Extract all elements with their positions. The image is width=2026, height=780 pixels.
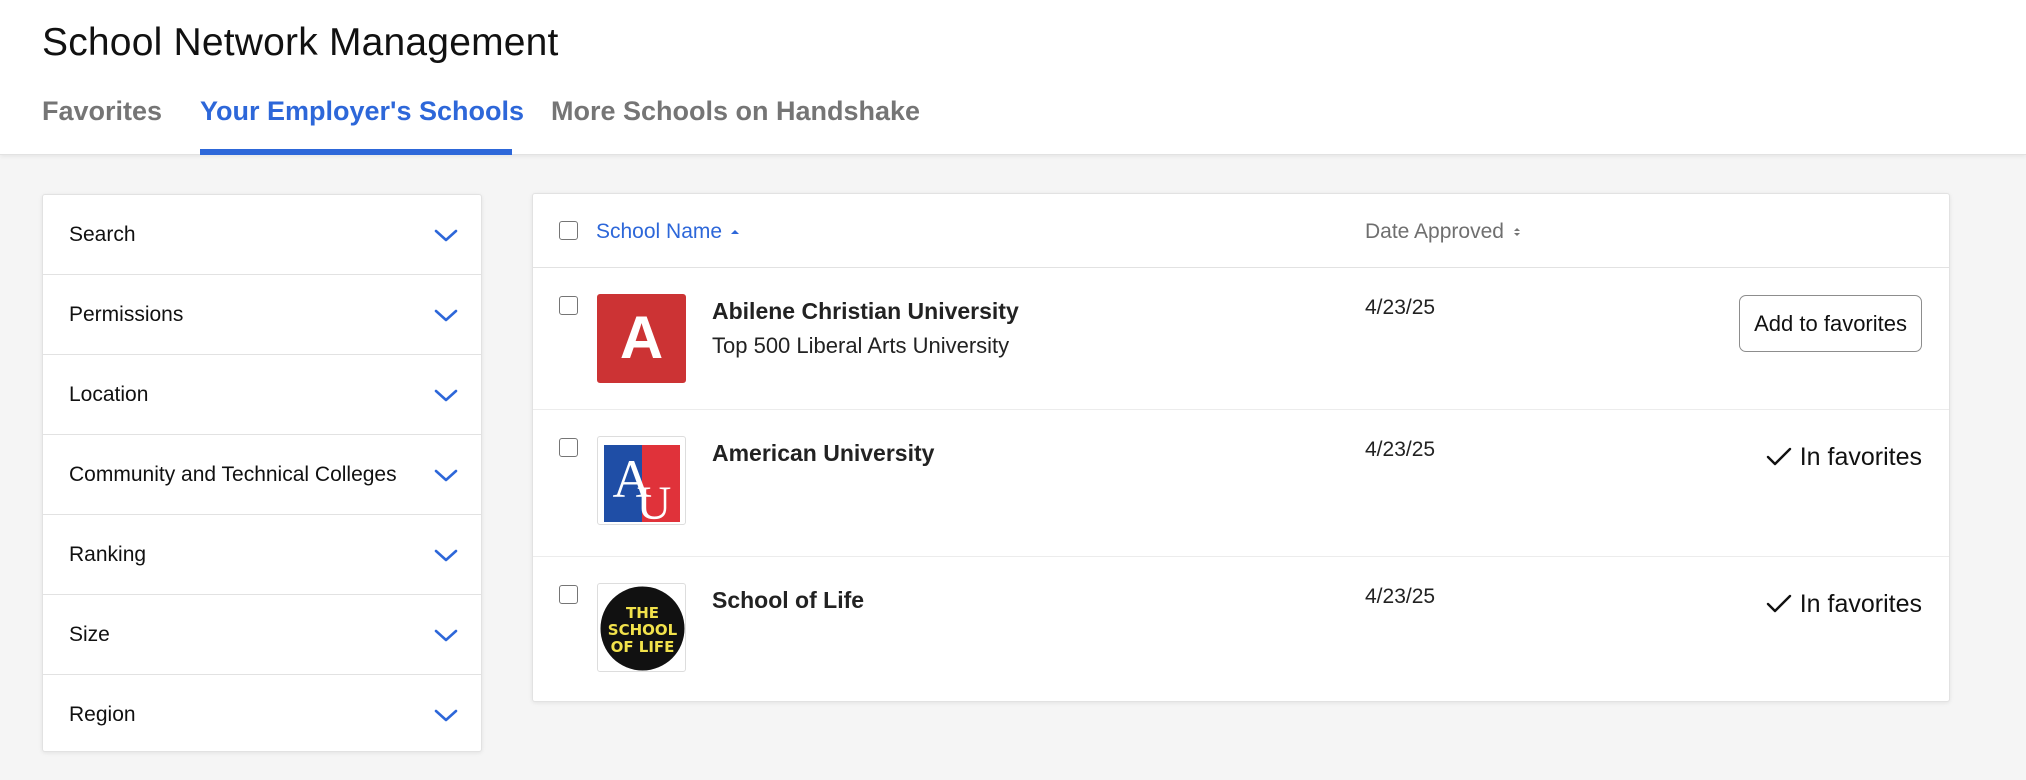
filter-community-technical-colleges[interactable]: Community and Technical Colleges: [43, 435, 481, 515]
filter-label: Location: [69, 383, 149, 406]
chevron-down-icon: [434, 469, 458, 482]
sort-icon: [1513, 228, 1520, 237]
check-icon: [1766, 594, 1791, 613]
filter-ranking[interactable]: Ranking: [43, 515, 481, 595]
column-header-date-approved[interactable]: Date Approved: [1365, 218, 1522, 246]
chevron-down-icon: [434, 629, 458, 642]
tab-your-employers-schools[interactable]: Your Employer's Schools: [200, 93, 524, 129]
in-favorites-label: In favorites: [1799, 590, 1922, 618]
table-row: THE SCHOOL OF LIFE School of Life 4/23/2…: [533, 557, 1949, 701]
school-logo: A U: [597, 436, 686, 525]
logo-text: THE: [626, 604, 659, 622]
sort-ascending-icon: [731, 230, 740, 235]
add-to-favorites-button[interactable]: Add to favorites: [1739, 295, 1922, 352]
school-of-life-logo-icon: THE SCHOOL OF LIFE: [600, 586, 685, 671]
column-header-label: Date Approved: [1365, 220, 1504, 243]
school-logo: THE SCHOOL OF LIFE: [597, 583, 686, 672]
logo-letter: A: [620, 304, 663, 371]
select-all-checkbox[interactable]: [559, 221, 578, 240]
chevron-down-icon: [434, 549, 458, 562]
abilene-logo-icon: A: [620, 304, 663, 371]
active-tab-indicator: [200, 149, 512, 155]
in-favorites-status[interactable]: In favorites: [1766, 587, 1922, 621]
chevron-down-icon: [434, 309, 458, 322]
filter-label: Search: [69, 223, 136, 246]
filter-label: Permissions: [69, 303, 184, 326]
schools-table: School Name Date Approved A Abilene Chri…: [532, 193, 1950, 702]
filter-permissions[interactable]: Permissions: [43, 275, 481, 355]
in-favorites-status[interactable]: In favorites: [1766, 440, 1922, 474]
logo-text: OF LIFE: [611, 638, 675, 656]
check-icon: [1766, 447, 1791, 466]
page-header: School Network Management Favorites Your…: [0, 0, 2026, 155]
table-row: A U American University 4/23/25 In favor…: [533, 410, 1949, 557]
in-favorites-label: In favorites: [1799, 443, 1922, 471]
filter-location[interactable]: Location: [43, 355, 481, 435]
date-approved: 4/23/25: [1365, 585, 1436, 608]
filter-label: Region: [69, 703, 136, 726]
school-name[interactable]: Abilene Christian University: [712, 296, 1019, 326]
column-header-label: School Name: [596, 220, 723, 243]
table-row: A Abilene Christian University Top 500 L…: [533, 268, 1949, 410]
row-checkbox[interactable]: [559, 296, 578, 315]
date-approved: 4/23/25: [1365, 438, 1436, 461]
school-subtitle: Top 500 Liberal Arts University: [712, 333, 1010, 358]
logo-letter: U: [637, 477, 672, 525]
american-university-logo-icon: A U: [604, 445, 680, 525]
tab-favorites[interactable]: Favorites: [42, 93, 162, 129]
school-name[interactable]: American University: [712, 438, 934, 468]
filter-label: Ranking: [69, 543, 147, 566]
filter-label: Community and Technical Colleges: [69, 463, 397, 486]
filter-label: Size: [69, 623, 110, 646]
column-header-school-name[interactable]: School Name: [596, 218, 740, 246]
chevron-down-icon: [434, 389, 458, 402]
school-logo: A: [597, 294, 686, 383]
logo-text: SCHOOL: [608, 621, 678, 639]
filter-search[interactable]: Search: [43, 195, 481, 275]
table-header: School Name Date Approved: [533, 194, 1949, 268]
page-title: School Network Management: [42, 21, 559, 64]
chevron-down-icon: [434, 709, 458, 722]
date-approved: 4/23/25: [1365, 296, 1436, 319]
filter-region[interactable]: Region: [43, 675, 481, 751]
row-checkbox[interactable]: [559, 585, 578, 604]
tab-more-schools-on-handshake[interactable]: More Schools on Handshake: [551, 93, 920, 129]
filter-size[interactable]: Size: [43, 595, 481, 675]
row-checkbox[interactable]: [559, 438, 578, 457]
filter-panel: Search Permissions Location Community an…: [42, 194, 482, 752]
chevron-down-icon: [434, 229, 458, 242]
school-name[interactable]: School of Life: [712, 585, 864, 615]
